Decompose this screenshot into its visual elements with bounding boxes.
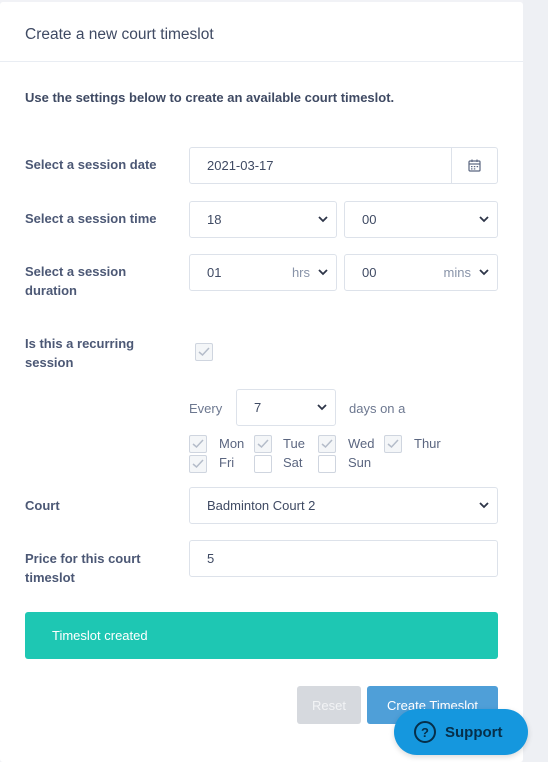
chevron-down-icon <box>479 502 489 509</box>
help-circle-icon: ? <box>414 721 436 743</box>
price-value: 5 <box>207 551 215 566</box>
day-checkbox-tue[interactable] <box>254 435 272 453</box>
card-title: Create a new court timeslot <box>0 2 523 62</box>
every-prefix: Every <box>189 401 223 416</box>
day-checkbox-fri[interactable] <box>189 455 207 473</box>
checkmark-icon <box>387 439 399 449</box>
day-label-sun: Sun <box>348 455 372 470</box>
day-checkbox-wed[interactable] <box>318 435 336 453</box>
day-label-thur: Thur <box>414 436 441 451</box>
checkmark-icon <box>192 459 204 469</box>
recurring-label-line1: Is this a recurring <box>25 336 135 351</box>
chevron-down-icon <box>479 269 489 276</box>
intro-text: Use the settings below to create an avai… <box>25 90 395 105</box>
recurring-label: Is this a recurring session <box>25 334 134 372</box>
checkmark-icon <box>192 439 204 449</box>
session-duration-label: Select a session duration <box>25 262 126 300</box>
checkmark-icon <box>198 347 210 357</box>
session-date-label: Select a session date <box>25 157 157 172</box>
checkmark-icon <box>257 439 269 449</box>
chevron-down-icon <box>318 269 328 276</box>
session-duration-label-line2: duration <box>25 283 77 298</box>
support-label: Support <box>445 723 503 741</box>
session-date-value: 2021-03-17 <box>207 158 274 173</box>
day-checkbox-sun[interactable] <box>318 455 336 473</box>
session-hour-value: 18 <box>207 212 222 227</box>
every-suffix: days on a <box>349 401 406 416</box>
duration-minutes-value: 00 <box>362 265 377 280</box>
duration-hours-select[interactable]: 01 hrs <box>189 254 337 291</box>
price-label: Price for this court timeslot <box>25 549 141 587</box>
session-hour-select[interactable]: 18 <box>189 201 337 238</box>
calendar-button[interactable] <box>451 148 497 183</box>
checkmark-icon <box>321 439 333 449</box>
duration-minutes-select[interactable]: 00 mins <box>344 254 498 291</box>
price-input[interactable]: 5 <box>189 540 498 577</box>
create-timeslot-card: Create a new court timeslot Use the sett… <box>0 2 523 762</box>
page-background-edge <box>523 0 548 762</box>
support-button[interactable]: ? Support <box>394 709 528 755</box>
every-days-value: 7 <box>254 400 262 415</box>
day-checkbox-mon[interactable] <box>189 435 207 453</box>
chevron-down-icon <box>479 216 489 223</box>
day-label-sat: Sat <box>283 455 303 470</box>
price-label-line2: timeslot <box>25 570 75 585</box>
day-label-wed: Wed <box>348 436 375 451</box>
session-date-input[interactable]: 2021-03-17 <box>189 147 498 184</box>
session-minute-value: 00 <box>362 212 377 227</box>
day-label-fri: Fri <box>219 455 235 470</box>
chevron-down-icon <box>317 404 327 411</box>
duration-hours-value: 01 <box>207 265 222 280</box>
day-label-mon: Mon <box>219 436 245 451</box>
court-value: Badminton Court 2 <box>207 498 316 513</box>
every-days-select[interactable]: 7 <box>236 389 336 426</box>
session-time-label: Select a session time <box>25 211 157 226</box>
recurring-label-line2: session <box>25 355 74 370</box>
court-select[interactable]: Badminton Court 2 <box>189 487 498 524</box>
calendar-icon <box>468 159 481 172</box>
session-minute-select[interactable]: 00 <box>344 201 498 238</box>
day-checkbox-thur[interactable] <box>384 435 402 453</box>
success-alert: Timeslot created <box>25 612 498 659</box>
court-label: Court <box>25 498 60 513</box>
duration-minutes-unit: mins <box>443 265 471 280</box>
price-label-line1: Price for this court <box>25 551 141 566</box>
chevron-down-icon <box>318 216 328 223</box>
session-duration-label-line1: Select a session <box>25 264 127 279</box>
day-checkbox-sat[interactable] <box>254 455 272 473</box>
reset-button[interactable]: Reset <box>297 686 361 724</box>
recurring-checkbox[interactable] <box>195 343 213 361</box>
day-label-tue: Tue <box>283 436 305 451</box>
duration-hours-unit: hrs <box>291 265 310 280</box>
